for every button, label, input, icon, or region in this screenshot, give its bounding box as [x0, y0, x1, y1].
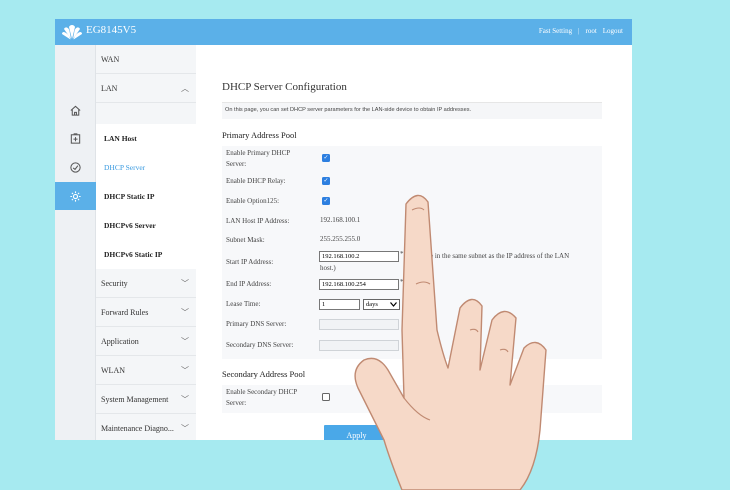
- menu-label: Maintenance Diagno...: [101, 423, 174, 433]
- chevron-down-icon: ﹀: [181, 307, 189, 317]
- add-box-icon: [70, 132, 81, 144]
- menu-item-maintenance[interactable]: Maintenance Diagno... ﹀: [96, 414, 196, 440]
- rail-home[interactable]: [55, 96, 96, 124]
- menu-item-system-management[interactable]: System Management ﹀: [96, 385, 196, 414]
- fast-setting-link[interactable]: Fast Setting: [539, 27, 572, 35]
- relay-checkbox[interactable]: ✓: [322, 177, 330, 185]
- menu-item-forward-rules[interactable]: Forward Rules ﹀: [96, 298, 196, 327]
- dns2-label: Secondary DNS Server:: [226, 341, 294, 349]
- menu-item-security[interactable]: Security ﹀: [96, 269, 196, 298]
- enable-secondary-label-1: Enable Secondary DHCP: [226, 388, 298, 396]
- settings-icon: [70, 190, 81, 202]
- huawei-logo-icon: [62, 25, 82, 40]
- menu-label: System Management: [101, 394, 169, 404]
- enable-secondary-label-2: Server:: [226, 399, 247, 407]
- enable-primary-checkbox[interactable]: ✓: [322, 154, 330, 162]
- side-menu: WAN LAN ︿ LAN Host DHCP Server DHCP Stat…: [96, 45, 196, 440]
- menu-label: Application: [101, 336, 139, 346]
- submenu-lan-host[interactable]: LAN Host: [96, 124, 196, 153]
- end-ip-label: End IP Address:: [226, 280, 272, 288]
- enable-primary-label-1: Enable Primary DHCP: [226, 149, 291, 157]
- menu-label: LAN: [101, 83, 118, 93]
- menu-label: WAN: [101, 54, 120, 64]
- rail-settings[interactable]: [55, 182, 96, 210]
- user-link[interactable]: root: [585, 27, 596, 35]
- primary-pool-title: Primary Address Pool: [222, 130, 297, 140]
- start-ip-label: Start IP Address:: [226, 258, 274, 266]
- menu-item-wlan[interactable]: WLAN ﹀: [96, 356, 196, 385]
- enable-primary-label-2: Server:: [226, 160, 247, 168]
- chevron-down-icon: ﹀: [181, 278, 189, 288]
- submenu-dhcpv6-server[interactable]: DHCPv6 Server: [96, 211, 196, 240]
- submenu-dhcpv6-static-ip[interactable]: DHCPv6 Static IP: [96, 240, 196, 269]
- lease-label: Lease Time:: [226, 300, 261, 308]
- page-description: On this page, you can set DHCP server pa…: [222, 102, 602, 119]
- chevron-down-icon: ﹀: [181, 423, 189, 433]
- submenu-dhcp-server[interactable]: DHCP Server: [96, 153, 196, 182]
- page-title: DHCP Server Configuration: [222, 81, 347, 93]
- top-nav: Fast Setting | root Logout: [539, 27, 623, 35]
- rail-diagnose[interactable]: [55, 153, 96, 181]
- submenu-dhcp-static-ip[interactable]: DHCP Static IP: [96, 182, 196, 211]
- enable-secondary-checkbox[interactable]: [322, 393, 330, 401]
- chevron-down-icon: ﹀: [181, 394, 189, 404]
- nav-separator: |: [578, 27, 580, 35]
- start-ip-hint-2: host.): [320, 264, 336, 272]
- lan-ip-label: LAN Host IP Address:: [226, 217, 290, 225]
- icon-rail: [55, 45, 96, 440]
- chevron-up-icon: ︿: [181, 83, 189, 93]
- top-bar: EG8145V5 Fast Setting | root Logout: [55, 19, 632, 45]
- menu-label: WLAN: [101, 365, 125, 375]
- device-model: EG8145V5: [86, 24, 137, 36]
- rail-add[interactable]: [55, 124, 96, 152]
- menu-item-lan[interactable]: LAN ︿: [96, 74, 196, 103]
- home-icon: [70, 105, 81, 116]
- chevron-down-icon: ﹀: [181, 365, 189, 375]
- logout-link[interactable]: Logout: [603, 27, 623, 35]
- menu-label: Forward Rules: [101, 307, 149, 317]
- menu-label: Security: [101, 278, 128, 288]
- option125-checkbox[interactable]: ✓: [322, 197, 330, 205]
- menu-item-application[interactable]: Application ﹀: [96, 327, 196, 356]
- menu-item-wan[interactable]: WAN: [96, 45, 196, 74]
- pointing-hand-illustration: [354, 194, 547, 490]
- subnet-label: Subnet Mask:: [226, 236, 265, 244]
- gauge-icon: [70, 161, 81, 173]
- relay-label: Enable DHCP Relay:: [226, 177, 286, 185]
- option125-label: Enable Option125:: [226, 197, 280, 205]
- chevron-down-icon: ﹀: [181, 336, 189, 346]
- dns1-label: Primary DNS Server:: [226, 320, 287, 328]
- secondary-pool-title: Secondary Address Pool: [222, 369, 306, 379]
